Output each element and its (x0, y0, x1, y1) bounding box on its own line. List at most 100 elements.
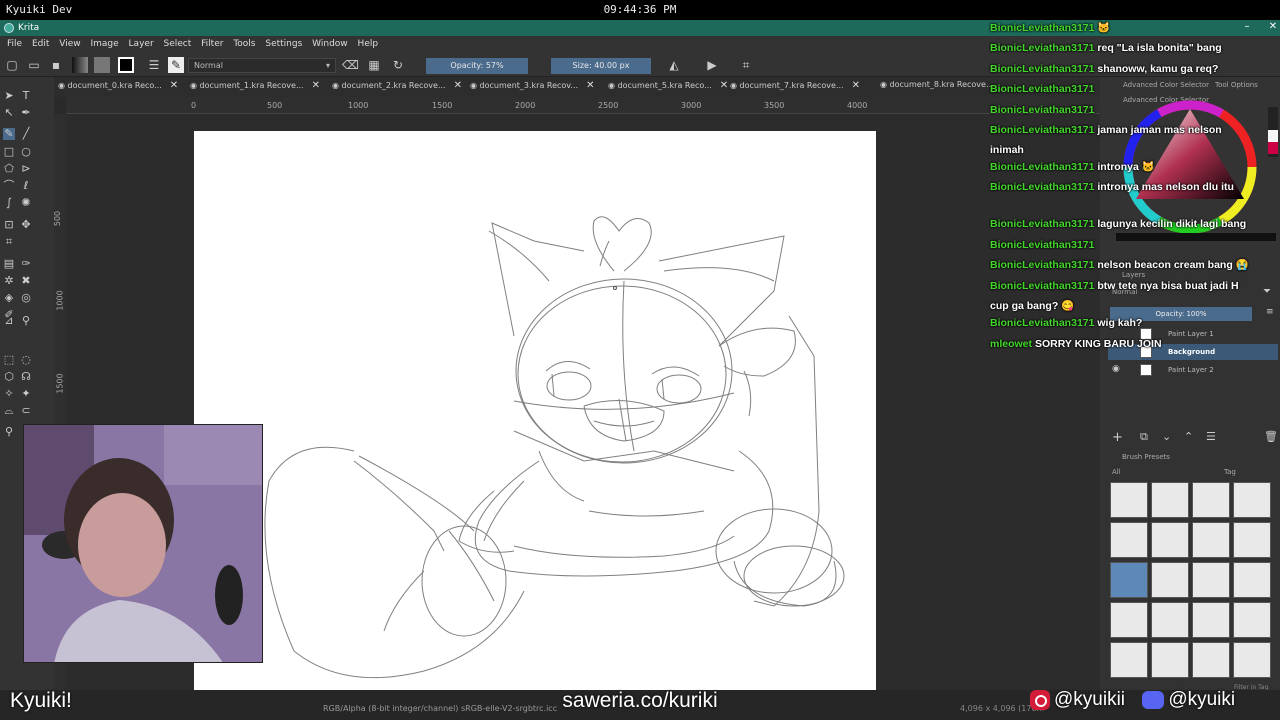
brush-preset[interactable] (1233, 642, 1271, 678)
brush-preset[interactable] (1110, 522, 1148, 558)
close-tab-icon[interactable]: ✕ (170, 80, 178, 91)
drawing-canvas[interactable] (194, 131, 876, 690)
tab-document-5[interactable]: ◉ document_5.kra Reco... ✕ (608, 80, 728, 91)
brush-preset[interactable] (1192, 602, 1230, 638)
tab-document-0[interactable]: ◉ document_0.kra Reco... ✕ (58, 80, 178, 91)
rect-select-icon[interactable]: ⬚ (3, 354, 15, 366)
gradient-swatch-icon[interactable] (72, 57, 88, 73)
brush-preset[interactable] (1151, 642, 1189, 678)
close-tab-icon[interactable]: ✕ (312, 80, 320, 91)
menu-icon[interactable]: ≡ (1266, 307, 1274, 317)
brush-settings-icon[interactable]: ☰ (146, 57, 162, 73)
crop-tool-icon[interactable]: ⌗ (3, 236, 15, 248)
menu-edit[interactable]: Edit (32, 39, 49, 49)
brush-preset[interactable] (1192, 522, 1230, 558)
open-folder-icon[interactable]: ▭ (26, 57, 42, 73)
mirror-vertical-icon[interactable]: ▶ (704, 57, 720, 73)
freehand-brush-icon[interactable]: ✎ (3, 128, 15, 140)
size-slider[interactable]: Size: 40.00 px (551, 58, 651, 74)
edit-shapes-icon[interactable]: ↖ (3, 107, 15, 119)
foreground-color-icon[interactable] (118, 57, 134, 73)
close-tab-icon[interactable]: ✕ (852, 80, 860, 91)
measure-tool-icon[interactable]: ⊿ (3, 315, 15, 327)
bezier-select-icon[interactable]: ⌓ (3, 405, 15, 417)
brush-preset[interactable] (1151, 602, 1189, 638)
reload-preset-icon[interactable]: ↻ (390, 57, 406, 73)
blend-mode-select[interactable]: Normal ▾ (188, 58, 336, 73)
crop-icon[interactable]: ⌗ (738, 57, 754, 73)
tab-document-1[interactable]: ◉ document_1.kra Recove... ✕ (190, 80, 320, 91)
transform-tool-icon[interactable]: ⊡ (3, 219, 15, 231)
duplicate-layer-icon[interactable]: ⧉ (1140, 430, 1148, 444)
close-window-icon[interactable]: ✕ (1266, 21, 1280, 32)
brush-preset[interactable] (1151, 522, 1189, 558)
menu-select[interactable]: Select (164, 39, 192, 49)
pattern-swatch-icon[interactable] (94, 57, 110, 73)
tab-document-8[interactable]: ◉ document_8.kra Recove... (880, 80, 994, 89)
contiguous-select-icon[interactable]: ✧ (3, 388, 15, 400)
filter-icon[interactable]: ⏷ (1263, 286, 1271, 297)
freehand-select-icon[interactable]: ☊ (20, 371, 32, 383)
similar-select-icon[interactable]: ✦ (20, 388, 32, 400)
color-picker-icon[interactable]: ✑ (20, 258, 32, 270)
move-down-icon[interactable]: ⌄ (1162, 430, 1171, 443)
menu-image[interactable]: Image (90, 39, 118, 49)
menu-help[interactable]: Help (358, 39, 379, 49)
reference-tool-icon[interactable]: ⚲ (20, 315, 32, 327)
tab-document-2[interactable]: ◉ document_2.kra Recove... ✕ (332, 80, 462, 91)
move-up-icon[interactable]: ⌃ (1184, 430, 1193, 443)
brush-preset[interactable] (1110, 482, 1148, 518)
colorize-mask-icon[interactable]: ✲ (3, 275, 15, 287)
visibility-eye-icon[interactable]: ◉ (1112, 364, 1120, 374)
eraser-icon[interactable]: ⌫ (342, 57, 359, 73)
menu-window[interactable]: Window (312, 39, 348, 49)
preserve-alpha-icon[interactable]: ▦ (366, 57, 382, 73)
brush-preset[interactable] (1192, 562, 1230, 598)
select-shapes-icon[interactable]: ➤ (3, 90, 15, 102)
menu-filter[interactable]: Filter (201, 39, 223, 49)
close-tab-icon[interactable]: ✕ (586, 80, 594, 91)
menu-settings[interactable]: Settings (265, 39, 302, 49)
ellipse-select-icon[interactable]: ◌ (20, 354, 32, 366)
opacity-slider[interactable]: Opacity: 57% (426, 58, 528, 74)
smart-patch-icon[interactable]: ✖ (20, 275, 32, 287)
brush-preset[interactable] (1192, 642, 1230, 678)
rectangle-tool-icon[interactable]: □ (3, 146, 15, 158)
line-tool-icon[interactable]: ╱ (20, 128, 32, 140)
delete-layer-icon[interactable]: 🗑 (1264, 430, 1278, 443)
calligraphy-icon[interactable]: ✒ (20, 107, 32, 119)
menu-tools[interactable]: Tools (233, 39, 255, 49)
brush-preset[interactable] (1233, 522, 1271, 558)
brush-preset[interactable] (1151, 482, 1189, 518)
multibrush-icon[interactable]: ✺ (20, 197, 32, 209)
magnetic-select-icon[interactable]: ⊂ (20, 405, 32, 417)
text-tool-icon[interactable]: T (20, 90, 32, 102)
add-layer-icon[interactable]: + (1112, 430, 1123, 445)
close-tab-icon[interactable]: ✕ (720, 80, 728, 91)
enclose-fill-icon[interactable]: ◎ (20, 292, 32, 304)
bezier-tool-icon[interactable]: ⌒ (3, 180, 15, 192)
brush-preset[interactable] (1233, 562, 1271, 598)
polygon-tool-icon[interactable]: ⬠ (3, 163, 15, 175)
brush-preset[interactable] (1151, 562, 1189, 598)
polygon-select-icon[interactable]: ⬡ (3, 371, 15, 383)
move-tool-icon[interactable]: ✥ (20, 219, 32, 231)
mirror-horizontal-icon[interactable]: ◭ (666, 57, 682, 73)
menu-layer[interactable]: Layer (129, 39, 154, 49)
brush-preset[interactable] (1233, 482, 1271, 518)
brush-preset[interactable] (1110, 642, 1148, 678)
layer-properties-icon[interactable]: ☰ (1206, 430, 1216, 443)
save-icon[interactable]: ▪ (48, 57, 64, 73)
new-document-icon[interactable]: ▢ (4, 57, 20, 73)
menu-view[interactable]: View (59, 39, 80, 49)
brush-preset[interactable] (1192, 482, 1230, 518)
brush-preset-icon[interactable]: ✎ (168, 57, 184, 73)
fill-tool-icon[interactable]: ◈ (3, 292, 15, 304)
menu-file[interactable]: File (7, 39, 22, 49)
brush-preset[interactable] (1110, 602, 1148, 638)
dynamic-brush-icon[interactable]: ∫ (3, 197, 15, 209)
polyline-tool-icon[interactable]: ⊳ (20, 163, 32, 175)
gradient-tool-icon[interactable]: ▤ (3, 258, 15, 270)
brush-tag-select[interactable]: Tag (1224, 468, 1236, 476)
close-tab-icon[interactable]: ✕ (454, 80, 462, 91)
